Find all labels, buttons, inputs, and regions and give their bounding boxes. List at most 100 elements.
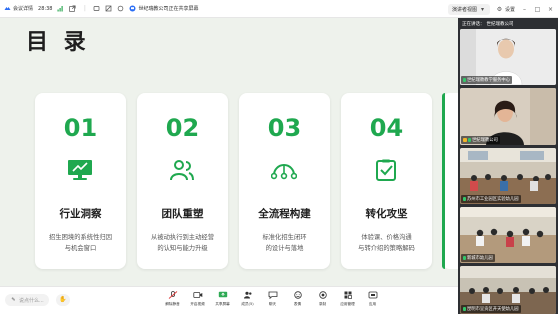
active-speaker-bar: 正在讲话： 世纪瑞教公司 bbox=[458, 18, 558, 29]
toc-card-4: 04 转化攻坚 体验课、价格沟通 与转介绍的策略解码 bbox=[341, 93, 432, 269]
sharing-host-label: 世纪瑞教公司正在共享屏幕 bbox=[138, 6, 199, 12]
card-desc-line: 与机会窗口 bbox=[64, 245, 97, 252]
meeting-timer: 28:38 bbox=[38, 6, 52, 12]
card-description: 从被动执行到主动经营 的认知与能力升级 bbox=[141, 232, 224, 254]
video-tile-2[interactable]: 世纪瑞教公司 bbox=[460, 88, 556, 145]
tool-label: 录制 bbox=[318, 302, 327, 306]
apps-icon bbox=[344, 291, 352, 299]
tool-label: 应用管理 bbox=[340, 302, 355, 306]
pin-icon[interactable] bbox=[117, 5, 124, 12]
chat-icon bbox=[268, 291, 277, 299]
chat-button[interactable]: 聊天 bbox=[263, 291, 282, 307]
meeting-details-button[interactable]: 会议详情 bbox=[4, 5, 33, 12]
tool-label: 聊天 bbox=[268, 302, 277, 306]
settings-button[interactable]: ⚙ 设置 bbox=[496, 6, 515, 13]
share-screen-button[interactable]: 共享屏幕 bbox=[213, 291, 232, 307]
card-number: 01 bbox=[63, 114, 98, 142]
start-video-button[interactable]: 开启视频 bbox=[188, 291, 207, 307]
card-description: 体验课、价格沟通 与转介绍的策略解码 bbox=[345, 232, 428, 254]
video-tile-3[interactable]: 苏州市工业园区实验幼儿园 bbox=[460, 148, 556, 204]
chat-input[interactable]: ✎ 说点什么... bbox=[5, 294, 49, 306]
participant-label: 世纪瑞教教学服务中心 bbox=[461, 76, 512, 84]
card-desc-line: 标准化招生闭环 bbox=[262, 234, 307, 241]
shared-slide: 目 录 01 行业洞察 招生困境的系统性归因 与机会窗口 02 团队重塑 从被动… bbox=[0, 18, 458, 286]
mic-off-icon bbox=[168, 291, 177, 299]
card-title: 全流程构建 bbox=[258, 208, 311, 220]
record-button[interactable]: 录制 bbox=[313, 291, 332, 307]
tag-icon[interactable] bbox=[105, 5, 112, 12]
speaking-label: 正在讲话： bbox=[462, 21, 485, 27]
members-button[interactable]: 成员(5) bbox=[238, 291, 257, 307]
card-desc-line: 的认知与能力升级 bbox=[157, 245, 208, 252]
gear-icon: ⚙ bbox=[496, 5, 503, 13]
card-desc-line: 体验课、价格沟通 bbox=[361, 234, 412, 241]
tool-label: 开启视频 bbox=[190, 302, 205, 306]
slide-title: 目 录 bbox=[26, 30, 90, 55]
video-tile-1[interactable]: 世纪瑞教教学服务中心 bbox=[460, 29, 556, 85]
bottom-toolbar: ✎ 说点什么... ✋ 解除静音 开启视频 共享屏幕 成员(5) 聊天 表情 录… bbox=[0, 286, 458, 314]
minimize-icon[interactable]: – bbox=[521, 6, 528, 13]
presentation-chart-icon bbox=[68, 160, 92, 180]
signal-icon[interactable] bbox=[57, 5, 64, 12]
card-desc-line: 从被动执行到主动经营 bbox=[151, 234, 214, 241]
participant-name: 昆明市呈贡区开天使幼儿园 bbox=[467, 307, 519, 312]
top-bar: 会议详情 28:38 | 世纪瑞教公司正在共享屏幕 演讲者视图 ▾ ⚙ 设置 –… bbox=[0, 0, 558, 18]
tool-label: 共享屏幕 bbox=[215, 302, 230, 306]
toc-card-1: 01 行业洞察 招生困境的系统性归因 与机会窗口 bbox=[35, 93, 126, 269]
close-icon[interactable]: × bbox=[547, 6, 554, 13]
speaker-view-label: 演讲者视图 bbox=[451, 6, 477, 13]
unmute-button[interactable]: 解除静音 bbox=[163, 291, 182, 307]
hand-icon: ✋ bbox=[59, 296, 67, 303]
participant-name: 世纪瑞教教学服务中心 bbox=[467, 78, 510, 83]
app-management-button[interactable]: 应用管理 bbox=[338, 291, 357, 307]
card-description: 招生困境的系统性归因 与机会窗口 bbox=[39, 232, 122, 254]
meeting-window: 会议详情 28:38 | 世纪瑞教公司正在共享屏幕 演讲者视图 ▾ ⚙ 设置 –… bbox=[0, 0, 558, 314]
checklist-icon bbox=[376, 159, 396, 181]
meeting-controls: 解除静音 开启视频 共享屏幕 成员(5) 聊天 表情 录制 应用管理 应用 bbox=[163, 291, 382, 307]
chevron-down-icon: ▾ bbox=[480, 5, 484, 13]
card-title: 转化攻坚 bbox=[365, 208, 408, 220]
card-title: 行业洞察 bbox=[59, 208, 102, 220]
card-number: 04 bbox=[369, 114, 404, 142]
mic-active-icon bbox=[463, 256, 466, 260]
settings-label: 设置 bbox=[504, 6, 515, 13]
card-number: 02 bbox=[165, 114, 200, 142]
participant-name: 苏州市工业园区实验幼儿园 bbox=[467, 197, 519, 202]
timer-text: 28:38 bbox=[38, 5, 53, 12]
toc-card-2: 02 团队重塑 从被动执行到主动经营 的认知与能力升级 bbox=[137, 93, 228, 269]
raise-hand-button[interactable]: ✋ bbox=[56, 294, 70, 306]
cloud-icon[interactable] bbox=[93, 5, 100, 12]
card-accent-stripe bbox=[442, 93, 445, 269]
participant-label: 新城市幼儿园 bbox=[461, 254, 495, 262]
more-icon bbox=[368, 291, 377, 299]
sharing-indicator[interactable]: 世纪瑞教公司正在共享屏幕 bbox=[129, 5, 198, 12]
record-icon bbox=[318, 291, 327, 299]
react-icon bbox=[293, 291, 302, 299]
speaker-view-button[interactable]: 演讲者视图 ▾ bbox=[447, 3, 490, 15]
meeting-logo-icon bbox=[4, 5, 11, 12]
tool-label: 表情 bbox=[293, 302, 302, 306]
reactions-button[interactable]: 表情 bbox=[288, 291, 307, 307]
camera-icon bbox=[192, 292, 202, 298]
video-tile-5[interactable]: 昆明市呈贡区开天使幼儿园 bbox=[460, 266, 556, 314]
tool-label: 应用 bbox=[368, 302, 377, 306]
toc-card-3: 03 全流程构建 标准化招生闭环 的设计与落地 bbox=[239, 93, 330, 269]
card-number: 03 bbox=[267, 114, 302, 142]
participant-name: 新城市幼儿园 bbox=[467, 256, 493, 261]
card-desc-line: 的设计与落地 bbox=[265, 245, 304, 252]
mic-active-icon bbox=[463, 78, 466, 82]
chat-placeholder: 说点什么... bbox=[19, 297, 44, 304]
mic-active-icon bbox=[468, 138, 471, 142]
card-title: 团队重塑 bbox=[161, 208, 204, 220]
card-description: 标准化招生闭环 的设计与落地 bbox=[243, 232, 326, 254]
edit-icon: ✎ bbox=[11, 296, 16, 303]
mic-active-icon bbox=[463, 307, 466, 311]
video-tile-4[interactable]: 新城市幼儿园 bbox=[460, 207, 556, 263]
apps-button[interactable]: 应用 bbox=[363, 291, 382, 307]
popout-icon[interactable] bbox=[69, 5, 76, 12]
maximize-icon[interactable]: □ bbox=[534, 6, 541, 13]
card-desc-line: 招生困境的系统性归因 bbox=[49, 234, 112, 241]
card-desc-line: 与转介绍的策略解码 bbox=[358, 245, 415, 252]
tool-label: 成员(5) bbox=[241, 302, 254, 306]
tool-label: 解除静音 bbox=[165, 302, 180, 306]
